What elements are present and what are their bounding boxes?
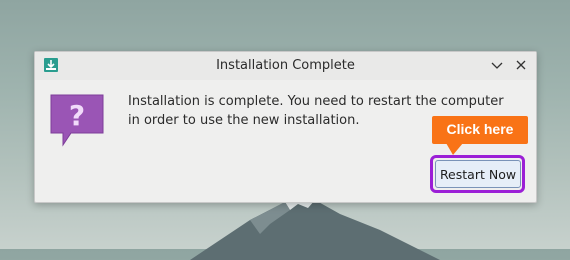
question-bubble-icon: ? <box>50 94 104 147</box>
button-highlight-box <box>430 155 525 193</box>
callout-label: Click here <box>446 121 514 137</box>
svg-text:?: ? <box>69 99 85 132</box>
callout-pointer <box>446 143 463 155</box>
dialog-title: Installation Complete <box>216 58 355 73</box>
chevron-down-icon[interactable] <box>489 57 505 73</box>
click-here-callout: Click here <box>432 116 528 144</box>
close-icon[interactable] <box>513 57 529 73</box>
dialog-titlebar: Installation Complete <box>35 52 536 80</box>
